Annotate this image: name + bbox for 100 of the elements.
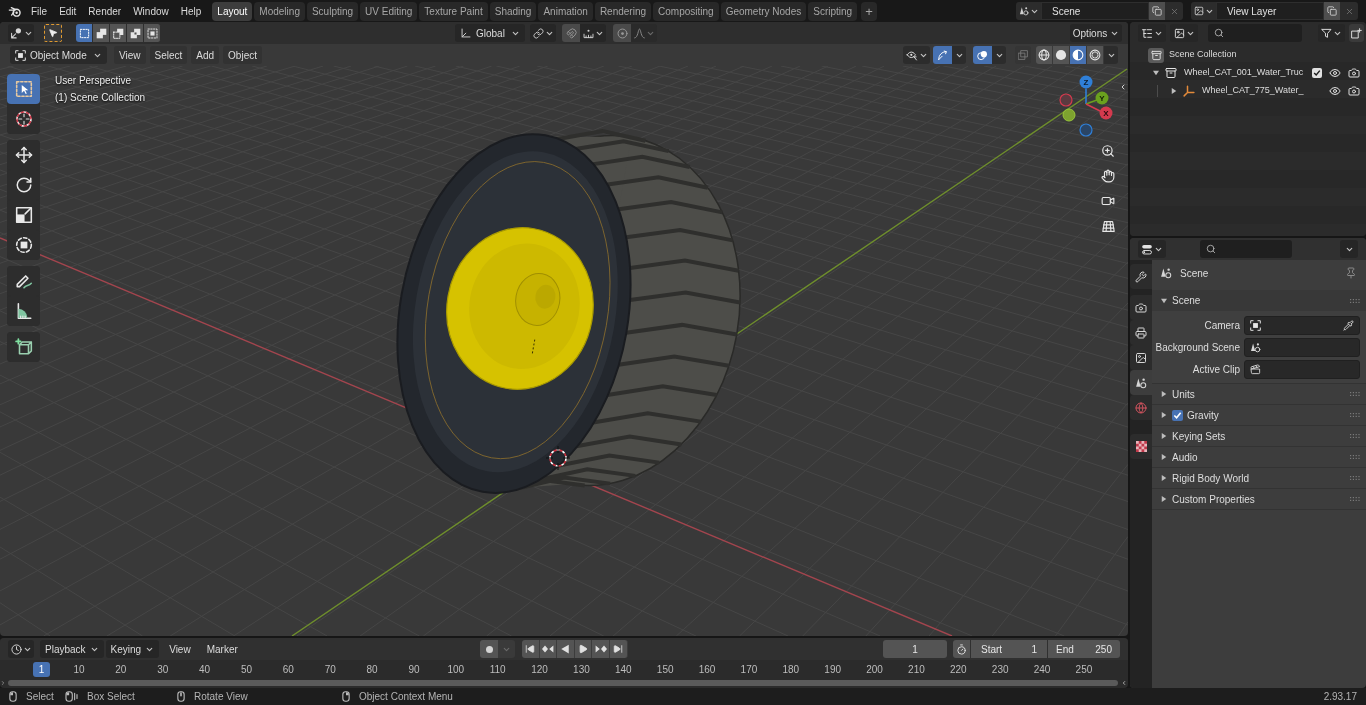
outliner-row[interactable]: Wheel_CAT_775_Water_ [1130,82,1366,100]
workspace-tab[interactable]: Shading [489,1,537,21]
workspace-tab[interactable]: Layout [212,1,253,21]
browse-button[interactable] [1016,2,1041,20]
workspace-tab[interactable]: Scripting [808,1,858,21]
options-dropdown[interactable] [1340,240,1358,258]
workspace-tab[interactable]: UV Editing [360,1,418,21]
snap-toggle[interactable] [562,24,580,42]
shading-mode-button[interactable] [1053,46,1070,64]
orientation-dropdown[interactable]: Global [455,24,525,42]
menu-item[interactable]: Render [82,1,128,21]
menu-item[interactable]: Edit [53,1,83,21]
workspace-tab[interactable]: Animation [538,1,593,21]
search-field[interactable] [1208,24,1302,42]
copy-button[interactable] [1149,2,1165,20]
next-keyframe-button[interactable] [592,640,610,658]
workspace-tab[interactable]: Geometry Nodes [720,1,807,21]
x-axis-handle[interactable]: X [1099,106,1113,120]
include-checkbox[interactable] [1312,68,1322,78]
properties-tab[interactable] [1130,264,1152,289]
outliner-row[interactable]: Wheel_CAT_001_Water_Truc [1130,64,1366,82]
name-field[interactable]: View Layer [1216,2,1324,20]
properties-tab[interactable] [1130,434,1152,459]
link-icon [532,27,544,39]
axis-handle[interactable] [1059,93,1073,107]
select-mode-button[interactable] [144,24,161,42]
editor-type-button[interactable] [1138,240,1166,258]
gizmo-dropdown[interactable] [952,46,966,64]
properties-tab[interactable] [1130,345,1152,370]
picker-field[interactable] [1244,359,1360,379]
end-frame-field[interactable]: End 250 [1048,640,1120,658]
overlays-toggle[interactable] [973,46,992,64]
header-menu[interactable]: View [163,640,197,658]
dropdown-menu[interactable]: Keying [105,640,160,658]
active-tool-button[interactable] [44,24,62,42]
pivot-dropdown[interactable] [530,24,556,42]
play-reverse-button[interactable] [557,640,575,658]
mode-dropdown[interactable]: Object Mode [10,46,107,64]
workspace-tab[interactable]: Sculpting [306,1,359,21]
auto-keying-toggle[interactable] [480,640,498,658]
name-field[interactable]: Scene [1041,2,1149,20]
xray-toggle[interactable] [1015,46,1031,64]
workspace-tab[interactable]: Modeling [254,1,305,21]
editor-type-button[interactable] [8,24,34,42]
header-menu[interactable]: Select [149,46,188,64]
snap-target-dropdown[interactable] [580,24,606,42]
z-axis-handle[interactable]: Z [1079,75,1093,89]
editor-type-button[interactable] [8,640,34,658]
select-mode-button[interactable] [93,24,110,42]
outliner-row[interactable]: Scene Collection [1130,46,1366,64]
header-menu[interactable]: Add [191,46,220,64]
axis-handle[interactable] [1079,123,1093,137]
start-frame-field[interactable]: Start 1 [971,640,1047,658]
proportional-edit-toggle[interactable] [613,24,631,42]
select-mode-button[interactable] [127,24,144,42]
half-filled-circle-icon [1072,49,1084,61]
current-frame-field[interactable]: 1 [883,640,947,658]
add-workspace-button[interactable]: + [861,1,878,21]
search-field[interactable] [1200,240,1292,258]
preview-range-toggle[interactable] [953,640,970,658]
axis-handle[interactable] [1062,108,1076,122]
falloff-dropdown[interactable] [631,24,657,42]
current-frame-marker[interactable]: 1 [33,661,50,677]
select-mode-button[interactable] [76,24,93,42]
header-menu[interactable]: View [114,46,146,64]
panel-checkbox[interactable] [1172,409,1183,421]
shading-mode-button[interactable] [1036,46,1053,64]
dropdown-menu[interactable]: Playback [40,640,104,658]
shading-mode-button[interactable] [1070,46,1087,64]
properties-tab[interactable] [1130,370,1152,395]
workspace-tab[interactable]: Compositing [653,1,719,21]
menu-item[interactable]: Help [174,1,208,21]
menu-item[interactable]: File [25,1,54,21]
options-dropdown[interactable]: Options [1070,24,1122,42]
filter-dropdown[interactable] [1318,24,1345,42]
shading-mode-button[interactable] [1087,46,1104,64]
new-collection-button[interactable] [1349,24,1364,42]
display-mode-dropdown[interactable] [1138,24,1166,42]
copy-button[interactable] [1324,2,1340,20]
box-plus-icon [1351,27,1362,39]
y-axis-handle[interactable]: Y [1095,91,1109,105]
header-menu[interactable]: Marker [200,640,244,658]
picker-field[interactable] [1244,315,1360,335]
drag-handle-icon [1350,298,1360,303]
menu-item[interactable]: Window [127,1,175,21]
select-mode-button[interactable] [110,24,127,42]
view-layer-dropdown[interactable] [1170,24,1198,42]
overlays-dropdown[interactable] [992,46,1006,64]
close-icon [1344,6,1354,16]
visibility-dropdown[interactable] [903,46,930,64]
gizmo-toggle[interactable] [933,46,952,64]
picker-field[interactable] [1244,337,1360,357]
wrench-icon [1135,270,1147,283]
header-menu[interactable]: Object [223,46,262,64]
browse-button[interactable] [1191,2,1216,20]
workspace-tab[interactable]: Texture Paint [419,1,488,21]
panel-header[interactable]: Scene [1152,290,1366,311]
workspace-tab[interactable]: Rendering [594,1,652,21]
jump-to-start-button[interactable] [522,640,540,658]
properties-tab[interactable] [1130,295,1152,320]
